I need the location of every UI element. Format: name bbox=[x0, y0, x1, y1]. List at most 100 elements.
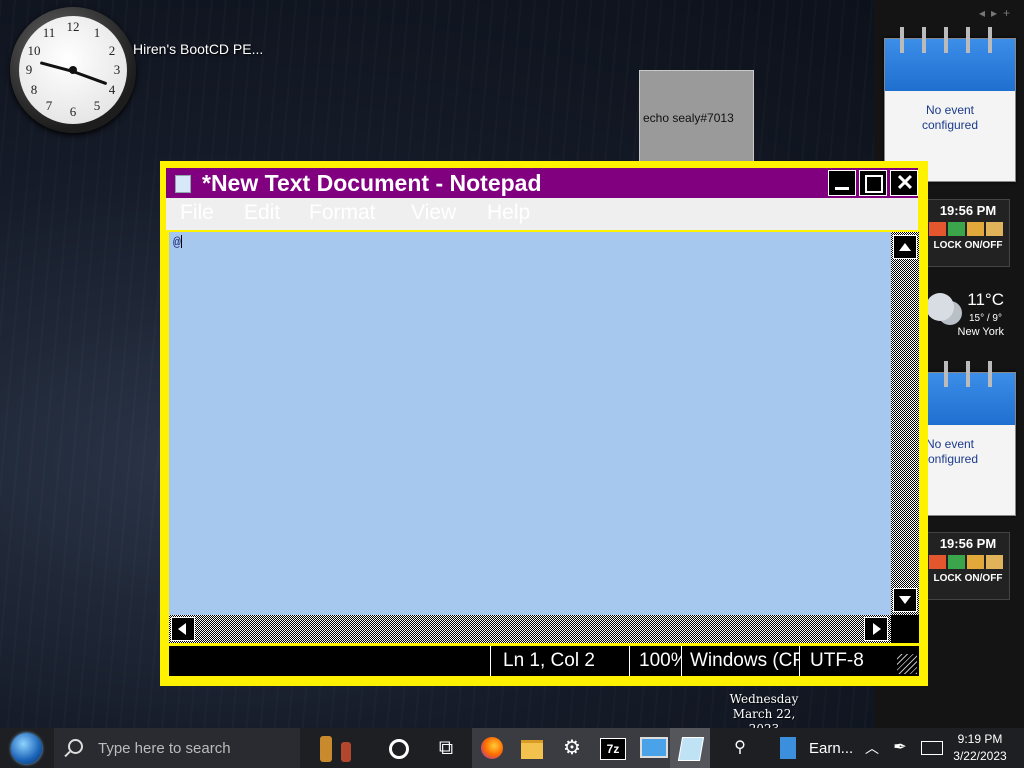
close-button[interactable]: ✕ bbox=[890, 170, 918, 196]
panel-nav-icons[interactable]: ◂▸+ bbox=[979, 6, 1016, 20]
menu-format[interactable]: Format bbox=[309, 201, 376, 225]
lock-gadget-icons bbox=[929, 555, 1007, 569]
scroll-down-button[interactable] bbox=[893, 588, 917, 612]
taskbar-search-box[interactable]: Type here to search bbox=[54, 728, 300, 768]
lantern-icon bbox=[320, 736, 332, 762]
weather-range: 15° / 9° bbox=[968, 313, 1002, 324]
taskbar-clock[interactable]: 9:19 PM 3/22/2023 bbox=[948, 728, 1012, 768]
power-icon[interactable] bbox=[929, 555, 946, 569]
weather-temperature: 11°C bbox=[967, 290, 1004, 309]
window-title: *New Text Document - Notepad bbox=[202, 170, 542, 196]
cortana-button[interactable] bbox=[378, 728, 418, 768]
show-hidden-icons-button[interactable]: ︿ bbox=[860, 728, 884, 768]
scrollbar-corner bbox=[891, 615, 919, 643]
news-label: Earn... bbox=[809, 740, 854, 757]
key-icon[interactable] bbox=[967, 222, 984, 236]
news-widget[interactable]: Earn... bbox=[772, 728, 860, 768]
folder-icon bbox=[521, 740, 543, 759]
gear-icon: ⚙ bbox=[563, 737, 581, 759]
text-editor-area[interactable]: @ bbox=[169, 232, 891, 615]
clock-gadget[interactable]: 12 1 2 3 4 5 6 7 8 9 10 11 bbox=[10, 7, 136, 133]
calendar-status: No event configured bbox=[885, 103, 1015, 133]
horizontal-scrollbar[interactable] bbox=[169, 615, 891, 643]
pen-tray-button[interactable]: ✒ bbox=[886, 728, 914, 768]
remote-desktop-taskbar-button[interactable] bbox=[632, 728, 672, 768]
arrow-left-icon bbox=[178, 623, 186, 635]
resize-grip-icon[interactable] bbox=[897, 654, 917, 674]
settings-taskbar-button[interactable]: ⚙ bbox=[552, 728, 592, 768]
weather-gadget[interactable]: 11°C 15° / 9° New York bbox=[926, 285, 1006, 345]
clock-number: 6 bbox=[69, 104, 77, 119]
clock-face: 12 1 2 3 4 5 6 7 8 9 10 11 bbox=[19, 16, 127, 124]
menu-edit[interactable]: Edit bbox=[244, 201, 280, 225]
lock-icon[interactable] bbox=[986, 555, 1003, 569]
clock-number: 12 bbox=[66, 19, 80, 34]
minimize-button[interactable] bbox=[828, 170, 856, 196]
7zip-taskbar-button[interactable]: 7z bbox=[592, 728, 632, 768]
pen-icon: ✒ bbox=[893, 739, 907, 756]
clock-number: 1 bbox=[93, 25, 101, 40]
gear-icon[interactable] bbox=[948, 222, 965, 236]
lantern-icon bbox=[341, 742, 351, 762]
notepad-taskbar-button[interactable] bbox=[670, 728, 710, 768]
taskbar: Type here to search ⧉ ⚙ 7z ⚲ Earn... ︿ ✒ bbox=[0, 728, 1024, 768]
firefox-icon bbox=[481, 737, 503, 759]
lock-gadget[interactable]: 19:56 PM LOCK ON/OFF bbox=[926, 199, 1010, 267]
7zip-icon: 7z bbox=[600, 738, 626, 760]
menu-help[interactable]: Help bbox=[487, 201, 530, 225]
notepad-app-icon[interactable] bbox=[175, 175, 191, 193]
chevron-up-icon: ︿ bbox=[865, 740, 879, 756]
clock-number: 11 bbox=[42, 25, 56, 40]
cloud-icon bbox=[926, 293, 954, 321]
task-view-button[interactable]: ⧉ bbox=[426, 728, 466, 768]
clock-number: 2 bbox=[108, 43, 116, 58]
search-placeholder: Type here to search bbox=[98, 740, 231, 757]
hour-hand bbox=[72, 70, 108, 86]
scroll-left-button[interactable] bbox=[171, 617, 195, 641]
echo-thumbnail[interactable]: echo sealy#7013 bbox=[639, 70, 754, 162]
windows-orb-icon bbox=[11, 733, 42, 764]
monitor-icon bbox=[640, 737, 668, 758]
clock-number: 3 bbox=[113, 62, 121, 77]
desktop-shortcut-label[interactable]: Hiren's BootCD PE... bbox=[133, 41, 263, 57]
scroll-up-button[interactable] bbox=[893, 235, 917, 259]
vertical-scrollbar[interactable] bbox=[891, 232, 919, 615]
arrow-up-icon bbox=[899, 243, 911, 251]
clock-number: 8 bbox=[30, 82, 38, 97]
people-button[interactable]: ⚲ bbox=[720, 728, 760, 768]
keyboard-icon bbox=[921, 741, 943, 755]
task-view-icon: ⧉ bbox=[438, 737, 454, 759]
editor-content: @ bbox=[173, 235, 182, 250]
menu-bar: File Edit Format View Help bbox=[166, 198, 918, 230]
maximize-icon bbox=[865, 175, 883, 193]
lantern-widget[interactable] bbox=[312, 728, 362, 768]
gear-icon[interactable] bbox=[948, 555, 965, 569]
maximize-button[interactable] bbox=[859, 170, 887, 196]
title-bar[interactable]: *New Text Document - Notepad ✕ bbox=[166, 168, 918, 198]
menu-file[interactable]: File bbox=[180, 201, 214, 225]
status-zoom: 100% bbox=[629, 646, 681, 676]
date-weekday: Wednesday bbox=[729, 692, 799, 706]
taskbar-date: 3/22/2023 bbox=[953, 749, 1007, 763]
clock-number: 10 bbox=[27, 43, 41, 58]
status-cursor-position: Ln 1, Col 2 bbox=[490, 646, 629, 676]
editor-text: @ bbox=[173, 235, 181, 250]
status-section-empty bbox=[169, 646, 490, 676]
file-explorer-taskbar-button[interactable] bbox=[512, 728, 552, 768]
firefox-taskbar-button[interactable] bbox=[472, 728, 512, 768]
keyboard-tray-button[interactable] bbox=[916, 728, 946, 768]
start-button[interactable] bbox=[0, 728, 54, 768]
menu-view[interactable]: View bbox=[411, 201, 456, 225]
lock-gadget[interactable]: 19:56 PM LOCK ON/OFF bbox=[926, 532, 1010, 600]
scroll-right-button[interactable] bbox=[864, 617, 888, 641]
calendar-status-line: configured bbox=[921, 118, 979, 132]
power-icon[interactable] bbox=[929, 222, 946, 236]
notepad-window[interactable]: *New Text Document - Notepad ✕ File Edit… bbox=[160, 161, 928, 686]
arrow-right-icon bbox=[873, 623, 881, 635]
lock-gadget-label: LOCK ON/OFF bbox=[933, 240, 1003, 251]
people-icon: ⚲ bbox=[734, 739, 746, 756]
cortana-circle-icon bbox=[389, 739, 409, 759]
lock-gadget-icons bbox=[929, 222, 1007, 236]
key-icon[interactable] bbox=[967, 555, 984, 569]
lock-icon[interactable] bbox=[986, 222, 1003, 236]
